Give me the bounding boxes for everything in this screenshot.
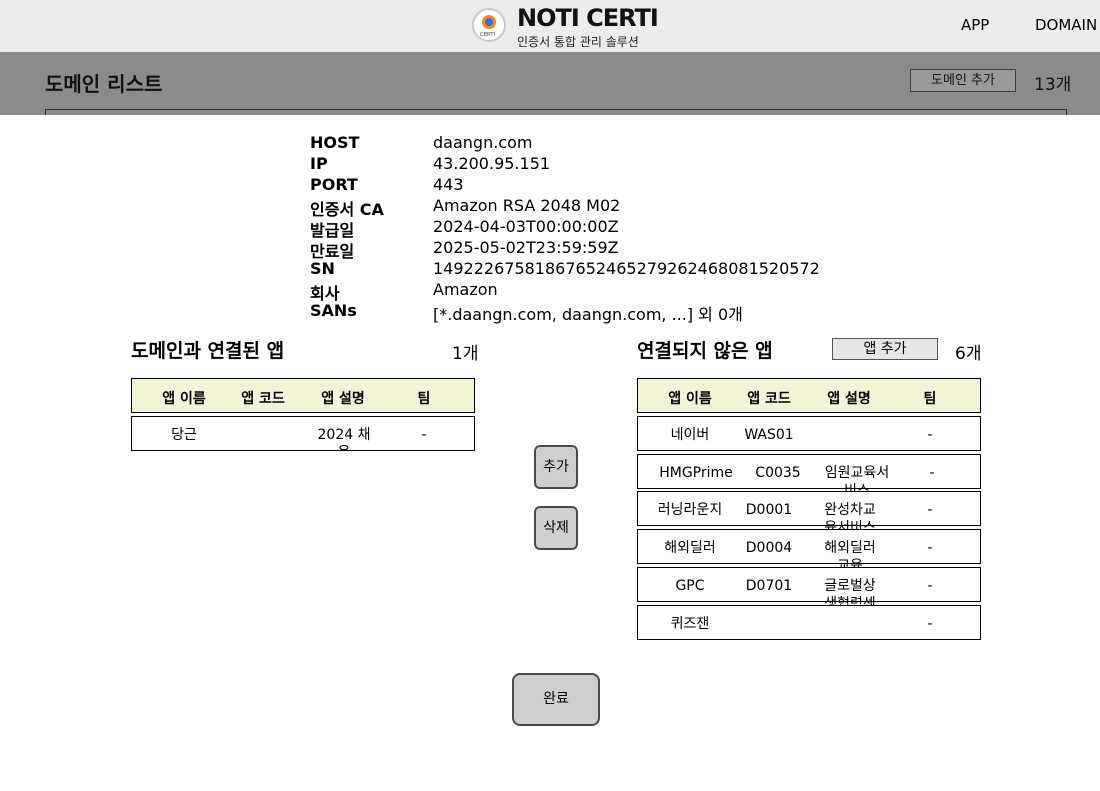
cert-row-ca: 인증서 CA Amazon RSA 2048 M02	[310, 196, 621, 219]
brand-subtitle: 인증서 통합 관리 솔루션	[517, 35, 639, 49]
table-row[interactable]: 당근 2024 채용 -	[131, 416, 475, 451]
cert-row-sans: SANs [*.daangn.com, daangn.com, ...] 외 0…	[310, 301, 743, 324]
app-header: CERTI NOTI CERTI 인증서 통합 관리 솔루션 APP DOMAI…	[0, 0, 1100, 53]
linked-apps-count: 1개	[452, 344, 479, 364]
nav-app-link[interactable]: APP	[961, 16, 989, 34]
unlinked-apps-count: 6개	[955, 344, 982, 364]
add-app-button[interactable]: 추가	[534, 445, 578, 489]
add-domain-button: 도메인 추가	[910, 69, 1016, 92]
table-header: 앱 이름 앱 코드 앱 설명 팀	[637, 378, 981, 413]
linked-apps-title: 도메인과 연결된 앱	[131, 340, 285, 362]
table-header: 앱 이름 앱 코드 앱 설명 팀	[131, 378, 475, 413]
background-overlay: 도메인 리스트 도메인 추가 13개	[0, 53, 1100, 115]
cert-row-port: PORT 443	[310, 175, 464, 194]
logo-icon[interactable]: CERTI	[472, 8, 506, 42]
cert-row-expires: 만료일 2025-05-02T23:59:59Z	[310, 238, 619, 261]
table-row[interactable]: HMGPrime C0035 임원교육서비스 -	[637, 454, 981, 499]
cert-row-host: HOST daangn.com	[310, 133, 533, 152]
create-app-button[interactable]: 앱 추가	[832, 338, 938, 360]
remove-app-button[interactable]: 삭제	[534, 506, 578, 550]
cert-row-company: 회사 Amazon	[310, 280, 498, 303]
unlinked-apps-title: 연결되지 않은 앱	[637, 340, 773, 362]
domain-count: 13개	[1034, 75, 1072, 95]
cert-row-ip: IP 43.200.95.151	[310, 154, 551, 173]
done-button[interactable]: 완료	[512, 673, 600, 726]
table-row[interactable]: 퀴즈잰 -	[637, 605, 981, 640]
brand-title[interactable]: NOTI CERTI	[517, 4, 659, 32]
table-row[interactable]: 네이버 WAS01 -	[637, 416, 981, 451]
linked-apps-table: 앱 이름 앱 코드 앱 설명 팀 당근 2024 채용 -	[131, 378, 475, 451]
logo-label: CERTI	[480, 32, 496, 38]
nav-domain-link[interactable]: DOMAIN	[1035, 16, 1097, 34]
cert-row-sn: SN 1492226758186765246527926246808152057…	[310, 259, 820, 278]
domain-list-title: 도메인 리스트	[45, 72, 163, 96]
cert-info: HOST daangn.com IP 43.200.95.151 PORT 44…	[310, 133, 910, 324]
table-row[interactable]: 러닝라운지 D0001 완성차교육서비스 -	[637, 491, 981, 536]
domain-detail-modal: HOST daangn.com IP 43.200.95.151 PORT 44…	[0, 115, 1100, 791]
table-row[interactable]: 해외딜러 D0004 해외딜러교육 -	[637, 529, 981, 574]
unlinked-apps-table: 앱 이름 앱 코드 앱 설명 팀 네이버 WAS01 - HMGPrime C0…	[637, 378, 981, 640]
table-row[interactable]: GPC D0701 글로벌상생협력센터 -	[637, 567, 981, 630]
cert-row-issued: 발급일 2024-04-03T00:00:00Z	[310, 217, 619, 240]
